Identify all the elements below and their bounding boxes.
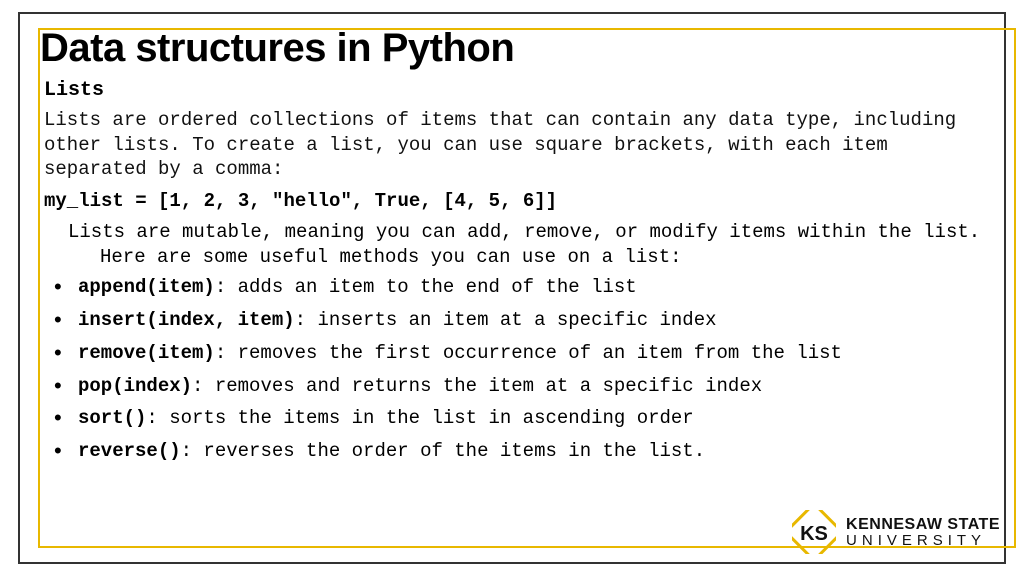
method-desc: : removes the first occurrence of an ite… — [215, 342, 842, 364]
logo-line-2: UNIVERSITY — [846, 533, 1000, 548]
method-desc: : reverses the order of the items in the… — [181, 440, 706, 462]
list-item: remove(item): removes the first occurren… — [48, 341, 996, 366]
list-item: append(item): adds an item to the end of… — [48, 275, 996, 300]
slide-title: Data structures in Python — [40, 26, 996, 71]
list-item: reverse(): reverses the order of the ite… — [48, 439, 996, 464]
method-list: append(item): adds an item to the end of… — [48, 275, 996, 463]
ksu-logo-mark-icon: KS — [792, 510, 836, 554]
list-item: sort(): sorts the items in the list in a… — [48, 406, 996, 431]
method-desc: : adds an item to the end of the list — [215, 276, 637, 298]
ksu-logo: KS KENNESAW STATE UNIVERSITY — [792, 510, 1000, 554]
method-name: pop(index) — [78, 375, 192, 397]
method-desc: : removes and returns the item at a spec… — [192, 375, 762, 397]
method-name: sort() — [78, 407, 146, 429]
method-name: insert(index, item) — [78, 309, 295, 331]
section-title: Lists — [44, 79, 996, 102]
svg-text:KS: KS — [800, 523, 828, 545]
method-desc: : inserts an item at a specific index — [295, 309, 717, 331]
method-name: reverse() — [78, 440, 181, 462]
intro-paragraph: Lists are ordered collections of items t… — [44, 108, 996, 182]
list-item: insert(index, item): inserts an item at … — [48, 308, 996, 333]
method-name: append(item) — [78, 276, 215, 298]
code-example: my_list = [1, 2, 3, "hello", True, [4, 5… — [44, 190, 996, 212]
method-name: remove(item) — [78, 342, 215, 364]
method-desc: : sorts the items in the list in ascendi… — [146, 407, 693, 429]
ksu-logo-text: KENNESAW STATE UNIVERSITY — [846, 517, 1000, 548]
list-item: pop(index): removes and returns the item… — [48, 374, 996, 399]
logo-line-1: KENNESAW STATE — [846, 517, 1000, 533]
slide-content: Data structures in Python Lists Lists ar… — [40, 26, 996, 556]
mutable-paragraph: Lists are mutable, meaning you can add, … — [44, 220, 996, 269]
